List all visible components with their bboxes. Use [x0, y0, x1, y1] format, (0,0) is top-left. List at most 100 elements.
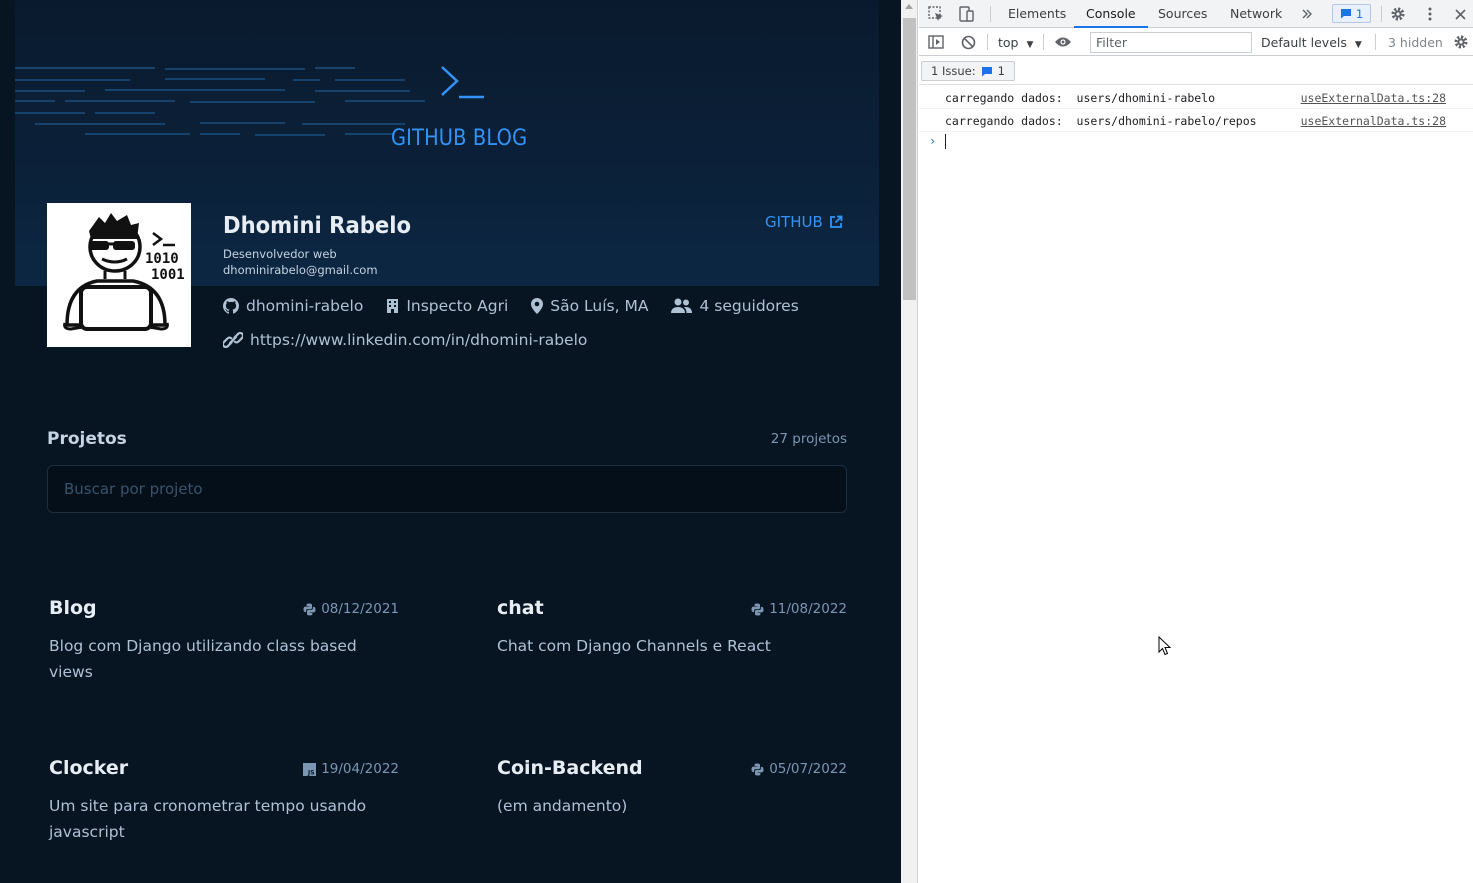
- post-description: Blog com Django utilizando class based v…: [49, 637, 357, 681]
- scrollbar-thumb[interactable]: [903, 18, 916, 300]
- project-search-input[interactable]: [47, 465, 847, 513]
- users-icon: [671, 298, 693, 313]
- post-description: Um site para cronometrar tempo usando ja…: [49, 797, 367, 841]
- inspect-element-icon[interactable]: [927, 5, 945, 23]
- link-icon: [223, 332, 243, 348]
- toolbar-divider: [987, 34, 988, 50]
- scroll-up-arrow-icon[interactable]: [905, 4, 913, 9]
- post-date: 08/12/2021: [303, 601, 399, 617]
- toolbar-divider: [990, 6, 991, 22]
- profile-card: 1010 1001 Dhomini Rabelo GITHUB Desenvol…: [47, 203, 847, 353]
- settings-gear-icon[interactable]: [1389, 5, 1407, 23]
- github-icon: [223, 298, 239, 314]
- sidebar-toggle-icon[interactable]: [927, 33, 945, 51]
- issues-bar: 1 Issue: 1: [919, 56, 1473, 85]
- svg-text:1010: 1010: [145, 251, 179, 267]
- post-title[interactable]: Clocker: [49, 757, 128, 779]
- kebab-menu-icon[interactable]: [1421, 5, 1439, 23]
- profile-website-row: https://www.linkedin.com/in/dhomini-rabe…: [223, 331, 610, 349]
- close-icon[interactable]: [1451, 5, 1469, 23]
- console-message-text: carregando dados: users/dhomini-rabelo: [945, 91, 1216, 105]
- profile-company: Inspecto Agri: [386, 297, 508, 315]
- issues-chip[interactable]: 1 Issue: 1: [921, 61, 1015, 81]
- github-link-label: GITHUB: [765, 213, 823, 231]
- post-date-text: 05/07/2022: [769, 761, 847, 777]
- console-message-text: carregando dados: users/dhomini-rabelo/r…: [945, 114, 1257, 128]
- post-date-text: 08/12/2021: [321, 601, 399, 617]
- toolbar-divider: [1043, 34, 1044, 50]
- log-levels-select[interactable]: Default levels ▼: [1261, 35, 1362, 50]
- console-message-source-link[interactable]: useExternalData.ts:28: [1301, 114, 1446, 128]
- post-date-text: 11/08/2022: [769, 601, 847, 617]
- followers-text: 4 seguidores: [699, 297, 799, 315]
- website-link[interactable]: https://www.linkedin.com/in/dhomini-rabe…: [250, 331, 587, 349]
- console-input[interactable]: [945, 134, 946, 149]
- devtools-tabbar: Elements Console Sources Network 1: [919, 0, 1473, 28]
- console-toolbar: top ▼ Default levels ▼ 3 hidden: [919, 29, 1473, 56]
- blog-app: GITHUB BLOG 1010 1001 Dhomini Rabelo GIT…: [0, 0, 901, 883]
- tab-console[interactable]: Console: [1074, 0, 1148, 28]
- console-message: carregando dados: users/dhomini-rabelo u…: [919, 86, 1473, 109]
- devtools-panel: Elements Console Sources Network 1 top ▼…: [919, 0, 1473, 883]
- post-date-text: 19/04/2022: [321, 761, 399, 777]
- svg-text:1001: 1001: [151, 267, 185, 283]
- username-text: dhomini-rabelo: [246, 297, 364, 315]
- post-description: Chat com Django Channels e React: [497, 637, 771, 655]
- context-value: top: [998, 35, 1019, 50]
- issues-count: 1: [997, 64, 1005, 78]
- profile-username: dhomini-rabelo: [223, 297, 363, 315]
- external-link-icon: [829, 215, 843, 228]
- profile-name: Dhomini Rabelo: [223, 213, 412, 239]
- post-description: (em andamento): [497, 797, 628, 815]
- profile-email: dhominirabelo@gmail.com: [223, 263, 378, 277]
- issues-label: 1 Issue:: [931, 64, 976, 78]
- projects-count: 27 projetos: [770, 431, 847, 447]
- toolbar-divider: [1381, 6, 1382, 22]
- more-tabs-chevron-icon[interactable]: [1298, 5, 1316, 23]
- page-scrollbar[interactable]: [901, 0, 918, 883]
- live-expression-eye-icon[interactable]: [1054, 33, 1072, 51]
- post-title[interactable]: Blog: [49, 597, 97, 619]
- tab-network[interactable]: Network: [1230, 0, 1282, 28]
- python-icon: [751, 763, 764, 775]
- projects-heading: Projetos: [47, 429, 127, 449]
- hidden-messages-count: 3 hidden: [1388, 35, 1443, 50]
- console-message-source-link[interactable]: useExternalData.ts:28: [1301, 91, 1446, 105]
- toolbar-divider: [1375, 34, 1376, 50]
- console-settings-gear-icon[interactable]: [1452, 33, 1470, 51]
- svg-text:JS: JS: [307, 769, 315, 776]
- message-icon: [981, 66, 992, 76]
- company-text: Inspecto Agri: [406, 297, 509, 315]
- context-select[interactable]: top ▼: [998, 35, 1033, 50]
- message-icon: [1340, 9, 1351, 19]
- console-filter-input[interactable]: [1090, 32, 1252, 53]
- profile-followers: 4 seguidores: [671, 297, 799, 315]
- post-title[interactable]: chat: [497, 597, 544, 619]
- device-toolbar-icon[interactable]: [957, 5, 975, 23]
- avatar-illustration: 1010 1001: [63, 213, 185, 331]
- clear-console-icon[interactable]: [959, 33, 977, 51]
- python-icon: [303, 603, 316, 615]
- post-title[interactable]: Coin-Backend: [497, 757, 643, 779]
- profile-website[interactable]: https://www.linkedin.com/in/dhomini-rabe…: [223, 331, 587, 349]
- issues-badge-count: 1: [1355, 6, 1364, 21]
- javascript-icon: JS: [303, 762, 317, 776]
- profile-role: Desenvolvedor web: [223, 247, 337, 261]
- dropdown-arrow-icon: ▼: [1026, 40, 1034, 50]
- log-levels-value: Default levels: [1261, 35, 1347, 50]
- tab-elements[interactable]: Elements: [1008, 0, 1066, 28]
- site-title: GITHUB BLOG: [391, 126, 528, 151]
- location-text: São Luís, MA: [550, 297, 649, 315]
- mouse-cursor-icon: [1158, 636, 1172, 656]
- terminal-logo-icon: [441, 66, 484, 99]
- tab-sources[interactable]: Sources: [1158, 0, 1207, 28]
- github-profile-link[interactable]: GITHUB: [765, 213, 843, 231]
- profile-info-row: dhomini-rabelo Inspecto Agri São Luís, M…: [223, 297, 822, 315]
- profile-location: São Luís, MA: [531, 297, 648, 315]
- issues-badge[interactable]: 1: [1332, 4, 1371, 23]
- building-icon: [387, 299, 399, 313]
- dropdown-arrow-icon: ▼: [1354, 40, 1362, 50]
- console-message: carregando dados: users/dhomini-rabelo/r…: [919, 109, 1473, 132]
- avatar: 1010 1001: [47, 203, 191, 347]
- post-date: 11/08/2022: [751, 601, 847, 617]
